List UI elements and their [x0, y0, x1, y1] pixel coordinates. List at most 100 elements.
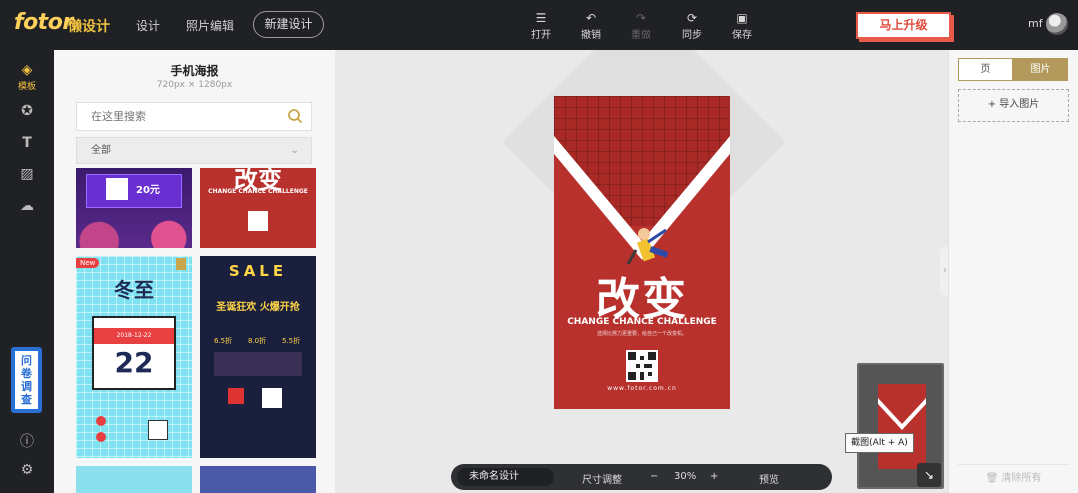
templates-icon: ◈	[21, 62, 33, 78]
user-name: mf	[1028, 17, 1043, 30]
qr-code	[262, 388, 282, 408]
template-card[interactable]	[200, 466, 316, 493]
qr-code	[106, 178, 128, 200]
template-price: 20元	[136, 185, 160, 196]
chevron-down-icon: ⌄	[290, 145, 299, 156]
zoom-level: 30%	[674, 471, 697, 482]
rail-upload[interactable]: ☁	[0, 198, 54, 214]
template-price: 5.5折	[282, 337, 301, 345]
text-icon: T	[22, 135, 32, 151]
star-icon: ✪	[21, 103, 33, 119]
logo-subtitle: 懒设计	[68, 19, 110, 35]
panel-title: 手机海报	[170, 64, 219, 78]
open-label: 打开	[531, 30, 551, 41]
template-title: 冬至	[114, 278, 154, 302]
plus-icon: +	[987, 99, 1000, 110]
preview-button[interactable]: 预览	[759, 471, 779, 486]
undo-icon: ↶	[585, 11, 597, 25]
clear-all-button[interactable]: 🗑 清除所有	[958, 464, 1069, 491]
top-bar: fotor 懒设计 设计 照片编辑 新建设计 ☰ 打开 ↶ 撤销 ↷ 重做 ⟳ …	[0, 0, 1078, 50]
template-sale-title: SALE	[228, 262, 288, 280]
import-label: 导入图片	[999, 99, 1040, 110]
background-icon: ▨	[20, 166, 34, 182]
calendar-graphic: 2018-12-22 22	[92, 316, 176, 390]
template-price: 6.5折	[214, 337, 233, 345]
right-panel: 页 图片 + 导入图片 🗑 清除所有	[948, 50, 1078, 493]
poster-slogan[interactable]: CHANGE CHANCE CHALLENGE	[554, 317, 730, 327]
sync-icon: ⟳	[686, 11, 698, 25]
redo-icon: ↷	[635, 11, 647, 25]
sync-label: 同步	[682, 30, 702, 41]
import-image-button[interactable]: + 导入图片	[958, 89, 1069, 122]
zoom-out-button[interactable]: −	[650, 471, 658, 482]
sync-button[interactable]: ⟳ 同步	[672, 10, 712, 41]
save-button[interactable]: ▣ 保存	[722, 10, 762, 41]
upgrade-button[interactable]: 马上升级	[856, 12, 951, 39]
template-card[interactable]	[76, 466, 192, 493]
screenshot-tooltip: 截图(Alt + A)	[845, 433, 914, 453]
template-card[interactable]: 改变 CHANGE CHANCE CHALLENGE	[200, 168, 316, 248]
redo-button[interactable]: ↷ 重做	[621, 10, 661, 41]
document-name-field[interactable]: 未命名设计	[457, 468, 554, 486]
panel-size: 720px × 1280px	[156, 80, 233, 90]
template-card[interactable]: New 冬至 2018-12-22 22	[76, 256, 192, 458]
rail-templates-label: 模板	[17, 82, 36, 92]
info-icon: ⓘ	[20, 434, 34, 450]
rail-background[interactable]: ▨	[0, 166, 54, 182]
qr-code[interactable]	[626, 350, 658, 382]
calendar-day: 22	[114, 346, 154, 379]
category-filter[interactable]: 全部 ⌄	[76, 137, 312, 164]
search-input[interactable]	[77, 103, 277, 130]
rail-settings[interactable]: ⚙	[0, 462, 54, 478]
undo-label: 撤销	[581, 30, 601, 41]
undo-button[interactable]: ↶ 撤销	[571, 10, 611, 41]
template-card[interactable]: 20元	[76, 168, 192, 248]
qr-code	[148, 420, 168, 440]
qr-code-pattern	[628, 352, 656, 380]
template-slogan: CHANGE CHANCE CHALLENGE	[208, 188, 308, 195]
upload-icon: ☁	[20, 198, 34, 214]
tab-page[interactable]: 页	[958, 58, 1013, 81]
expand-minimap-icon[interactable]: ↘	[917, 463, 941, 487]
search-box	[76, 102, 312, 131]
rail-templates[interactable]: ◈ 模板	[0, 62, 54, 92]
logo[interactable]: fotor	[14, 10, 73, 35]
new-design-button[interactable]: 新建设计	[253, 11, 324, 38]
zoom-in-button[interactable]: +	[710, 471, 718, 482]
nav-design[interactable]: 设计	[136, 17, 160, 34]
filter-value: 全部	[91, 145, 111, 156]
avatar[interactable]	[1046, 13, 1068, 35]
trash-icon: 🗑	[985, 473, 1002, 484]
dot-icon	[96, 416, 106, 426]
survey-button[interactable]: 问卷调查	[11, 347, 42, 413]
template-banner	[86, 174, 182, 208]
gift-icon	[228, 388, 244, 404]
left-rail: ◈ 模板 ✪ T ▨ ☁ 问卷调查 ⓘ ⚙	[0, 50, 54, 493]
save-icon: ▣	[736, 11, 748, 25]
tab-image[interactable]: 图片	[1013, 58, 1068, 81]
rail-text[interactable]: T	[0, 135, 54, 151]
minimap-poster-graphic	[878, 398, 926, 430]
template-price: 8.0折	[248, 337, 267, 345]
canvas-bottom-bar: 未命名设计 尺寸调整 − 30% + 预览	[451, 464, 832, 490]
template-card[interactable]: SALE 圣诞狂欢 火爆开抢 6.5折 8.0折 5.5折	[200, 256, 316, 458]
resize-button[interactable]: 尺寸调整	[582, 471, 622, 486]
settings-icon: ⚙	[20, 462, 34, 478]
rail-info[interactable]: ⓘ	[0, 431, 54, 451]
flower-decoration	[76, 216, 192, 248]
survey-label: 问卷调查	[21, 354, 32, 406]
search-icon[interactable]	[287, 108, 303, 124]
new-badge: New	[76, 258, 100, 268]
poster-url[interactable]: www.fotor.com.cn	[554, 385, 730, 392]
poster-subtitle[interactable]: 选择比努力更重要，给自己一个改变机。	[554, 330, 730, 337]
qr-code	[248, 211, 268, 231]
bookmark-icon[interactable]	[176, 258, 186, 270]
calendar-date: 2018-12-22	[94, 328, 174, 344]
nav-photo-edit[interactable]: 照片编辑	[186, 17, 234, 34]
rail-favorites[interactable]: ✪	[0, 103, 54, 119]
product-row	[214, 352, 302, 376]
redo-label: 重做	[631, 30, 651, 41]
poster[interactable]: 改变 CHANGE CHANCE CHALLENGE 选择比努力更重要，给自己一…	[554, 96, 730, 409]
open-button[interactable]: ☰ 打开	[521, 10, 561, 41]
menu-icon: ☰	[535, 11, 547, 25]
